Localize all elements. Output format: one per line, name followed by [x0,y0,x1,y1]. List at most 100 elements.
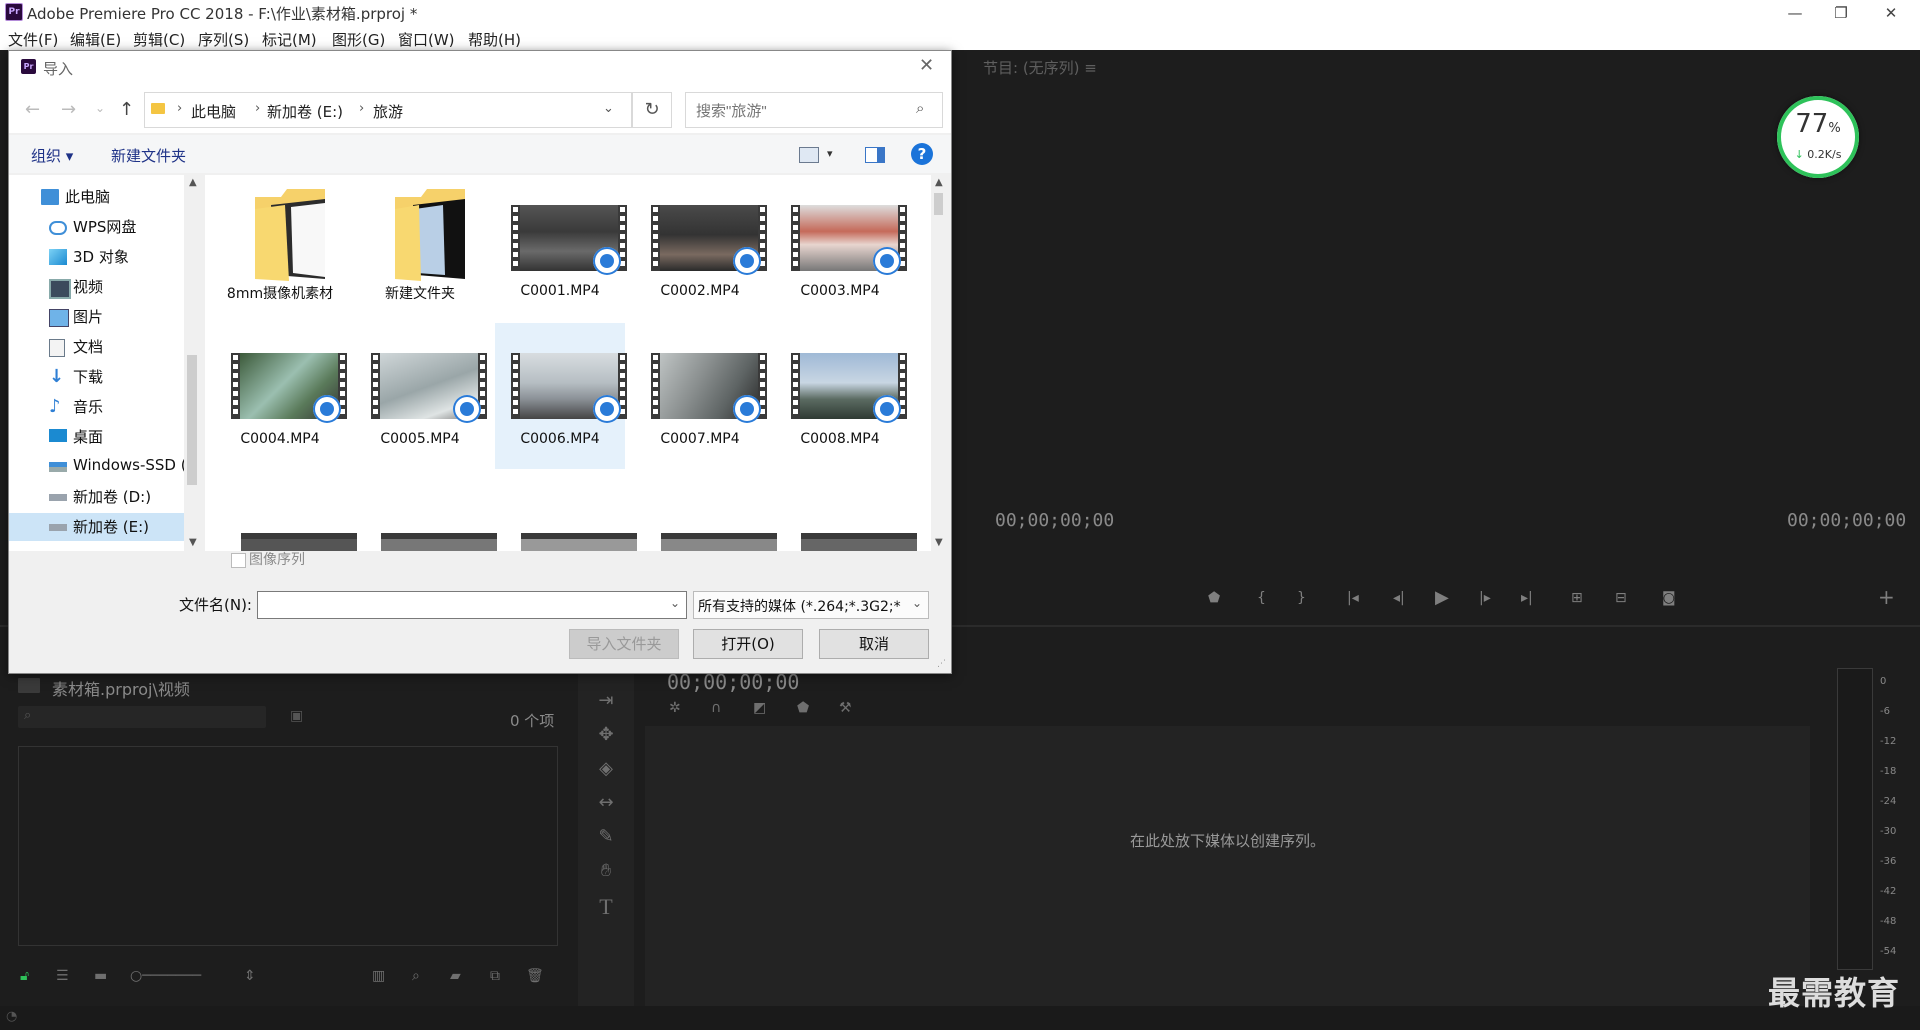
lift-icon[interactable]: ⊞ [1571,590,1583,606]
organize-button[interactable]: 组织 ▾ [31,145,73,166]
step-back-icon[interactable]: ◂| [1393,590,1405,606]
file-type-select[interactable]: 所有支持的媒体 (*.264;*.3G2;* ⌄ [693,591,929,619]
file-item-video[interactable]: C0001.MP4 [495,175,627,321]
timeline-drop-area[interactable] [645,726,1810,1010]
program-timecode-current[interactable]: 00;00;00;00 [995,510,1114,531]
dialog-search-input[interactable] [694,99,908,123]
file-scroll-thumb[interactable] [934,193,943,215]
find-bottom-icon[interactable]: ⌕ [412,968,420,984]
program-monitor-label[interactable]: 节目: (无序列) ≡ [983,57,1097,78]
add-marker-icon[interactable]: ⬟ [1208,590,1220,606]
restore-button[interactable]: ❐ [1818,0,1864,28]
video-thumbnail-partial[interactable] [381,533,497,551]
help-icon[interactable]: ? [911,143,933,165]
play-icon[interactable]: ▶ [1435,587,1449,608]
chevron-down-icon[interactable]: ⌄ [670,596,680,610]
lock-icon[interactable]: 🔓︎ [20,968,29,984]
nav-item-videos[interactable]: 视频 [9,273,184,301]
icon-view-icon[interactable]: ▬ [94,968,107,984]
sort-icon[interactable]: ⇕ [244,968,256,984]
open-button[interactable]: 打开(O) [693,629,803,659]
file-scrollbar[interactable] [931,175,943,551]
preview-pane-icon[interactable] [865,147,885,163]
hand-icon[interactable]: ✋︎ [594,860,618,881]
pen-icon[interactable]: ✎ [594,826,618,847]
breadcrumb-travel[interactable]: 旅游 [373,101,403,122]
nav-item-desktop[interactable]: 桌面 [9,423,184,451]
nav-item-drive-d[interactable]: 新加卷 (D:) [9,483,184,511]
ripple-edit-icon[interactable]: ✥ [594,724,618,745]
project-list[interactable] [18,746,558,946]
menu-file[interactable]: 文件(F) [8,29,58,50]
close-button[interactable]: ✕ [1868,0,1914,28]
view-mode-icon[interactable] [799,147,819,163]
file-item-video[interactable]: C0004.MP4 [215,323,347,469]
snap-icon[interactable]: ✲ [669,700,681,716]
razor-icon[interactable]: ◈ [594,758,618,779]
menu-help[interactable]: 帮助(H) [468,29,521,50]
automate-icon[interactable]: ▥ [372,968,385,984]
mark-out-icon[interactable]: } [1297,590,1306,606]
dialog-close-icon[interactable]: ✕ [919,55,934,76]
file-item-video-selected[interactable]: C0006.MP4 [495,323,627,469]
linked-selection-icon[interactable]: ∩ [711,700,721,716]
nav-item-pictures[interactable]: 图片 [9,303,184,331]
nav-item-wps[interactable]: WPS网盘 [9,213,184,241]
file-item-video[interactable]: C0007.MP4 [635,323,767,469]
cancel-button[interactable]: 取消 [819,629,929,659]
network-speed-widget[interactable]: 77% ↓ 0.2K/s [1777,96,1859,178]
video-thumbnail-partial[interactable] [521,533,637,551]
file-item-folder[interactable]: 8mm摄像机素材 [215,175,345,321]
forward-arrow-icon[interactable]: → [61,99,76,120]
new-folder-button[interactable]: 新建文件夹 [111,145,186,166]
menu-clip[interactable]: 剪辑(C) [133,29,185,50]
filename-input[interactable]: ⌄ [257,591,687,619]
nav-item-downloads[interactable]: ↓ 下载 [9,363,184,391]
menu-sequence[interactable]: 序列(S) [198,29,249,50]
address-bar[interactable]: › 此电脑 › 新加卷 (E:) › 旅游 ⌄ [144,92,632,128]
new-bin-icon[interactable]: ▰ [450,968,461,984]
file-item-folder[interactable]: 新建文件夹 [355,175,485,321]
file-item-video[interactable]: C0008.MP4 [775,323,907,469]
menu-window[interactable]: 窗口(W) [398,29,455,50]
dialog-search-box[interactable]: ⌕ [685,92,943,128]
nav-item-drive-c[interactable]: Windows-SSD (C [9,453,197,481]
file-item-video[interactable]: C0003.MP4 [775,175,907,321]
nest-icon[interactable]: ◩ [753,700,766,716]
file-item-video[interactable]: C0005.MP4 [355,323,487,469]
menu-graphics[interactable]: 图形(G) [332,29,385,50]
view-dropdown-icon[interactable]: ▾ [827,147,833,160]
track-select-icon[interactable]: ⇥ [594,690,618,711]
go-to-in-icon[interactable]: |◂ [1347,590,1359,606]
nav-item-documents[interactable]: 文档 [9,333,184,361]
nav-item-drive-e[interactable]: 新加卷 (E:) [9,513,184,541]
nav-item-this-pc[interactable]: 此电脑 [9,183,184,211]
address-dropdown-icon[interactable]: ⌄ [603,101,614,116]
scroll-down-icon[interactable]: ▼ [189,537,197,548]
zoom-slider[interactable]: ○─────── [130,968,201,984]
go-to-out-icon[interactable]: ▸| [1521,590,1533,606]
video-thumbnail-partial[interactable] [661,533,777,551]
timeline-marker-icon[interactable]: ⬟ [797,700,809,716]
project-search-input[interactable]: ⌕ [18,706,266,728]
chevron-down-icon[interactable]: ⌄ [912,596,922,610]
image-sequence-checkbox[interactable] [231,553,246,568]
button-editor-icon[interactable]: + [1878,585,1895,609]
slip-icon[interactable]: ↔ [594,792,618,813]
find-icon[interactable]: ▣ [290,708,303,724]
nav-scroll-thumb[interactable] [187,355,197,485]
menu-edit[interactable]: 编辑(E) [70,29,121,50]
back-arrow-icon[interactable]: ← [25,99,40,120]
extract-icon[interactable]: ⊟ [1615,590,1627,606]
export-frame-icon[interactable]: ◙ [1662,590,1676,606]
import-folder-button[interactable]: 导入文件夹 [569,629,679,659]
wrench-icon[interactable]: ⚒ [839,700,852,716]
scroll-up-icon[interactable]: ▲ [935,177,943,188]
new-item-icon[interactable]: ⧉ [490,968,500,984]
up-arrow-icon[interactable]: ↑ [119,99,134,120]
refresh-icon[interactable]: ↻ [632,92,672,128]
recent-dropdown-icon[interactable]: ⌄ [95,101,105,115]
breadcrumb-drive-e[interactable]: 新加卷 (E:) [267,101,343,122]
nav-item-music[interactable]: ♪ 音乐 [9,393,184,421]
minimize-button[interactable]: — [1772,0,1818,28]
